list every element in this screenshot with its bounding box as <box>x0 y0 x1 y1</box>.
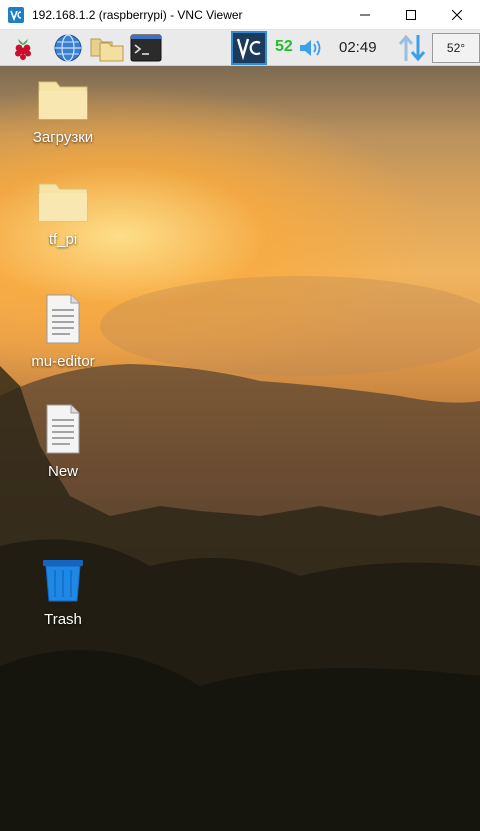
window-title: 192.168.1.2 (raspberrypi) - VNC Viewer <box>32 7 243 22</box>
text-file-icon <box>46 404 80 454</box>
folder-icon <box>38 183 88 222</box>
web-browser-button[interactable] <box>52 32 84 64</box>
desktop-icon-label: Trash <box>44 611 82 628</box>
desktop-icon-downloads[interactable]: Загрузки <box>15 78 111 146</box>
desktop-icon-new[interactable]: New <box>15 404 111 480</box>
desktop-icon-label: New <box>47 463 78 480</box>
minimize-button[interactable] <box>342 0 388 30</box>
minimize-icon <box>360 14 370 16</box>
network-button[interactable] <box>395 32 429 64</box>
desktop[interactable]: Загрузки tf_pi mu-editor New Trash <box>0 66 480 831</box>
desktop-icon-label: Загрузки <box>32 129 94 146</box>
window-title-bar[interactable]: 192.168.1.2 (raspberrypi) - VNC Viewer <box>0 0 480 30</box>
close-button[interactable] <box>434 0 480 30</box>
raspberry-menu-icon <box>15 39 31 60</box>
vnc-viewer-icon <box>8 6 24 23</box>
folder-icon <box>38 81 88 120</box>
file-manager-button[interactable] <box>90 32 124 64</box>
network-arrows-icon <box>398 34 426 62</box>
desktop-icon-label: mu-editor <box>31 353 95 370</box>
file-manager-icon <box>90 38 124 62</box>
trash-icon <box>43 560 83 602</box>
cpu-temperature[interactable]: 52° <box>432 33 480 63</box>
maximize-button[interactable] <box>388 0 434 30</box>
maximize-icon <box>406 10 416 20</box>
volume-button[interactable] <box>296 32 326 64</box>
desktop-icon-trash[interactable]: Trash <box>15 558 111 628</box>
desktop-icon-mu-editor[interactable]: mu-editor <box>15 294 111 370</box>
text-file-icon <box>46 294 80 344</box>
temperature-value: 52° <box>446 41 466 55</box>
terminal-button[interactable] <box>129 32 163 64</box>
close-icon <box>452 10 462 20</box>
vnc-server-tray-button[interactable] <box>231 31 267 65</box>
terminal-icon <box>130 34 162 62</box>
vnc-server-icon <box>236 38 261 60</box>
web-browser-icon <box>54 34 82 62</box>
pi-taskbar: 52 02:49 52° <box>0 30 480 66</box>
desktop-icon-label: tf_pi <box>48 231 78 248</box>
clock[interactable]: 02:49 <box>339 39 377 56</box>
cpu-usage-monitor[interactable]: 52 <box>275 38 293 56</box>
desktop-icon-tf-pi[interactable]: tf_pi <box>15 180 111 248</box>
raspberry-menu-button[interactable] <box>7 32 39 64</box>
volume-icon <box>300 40 321 56</box>
